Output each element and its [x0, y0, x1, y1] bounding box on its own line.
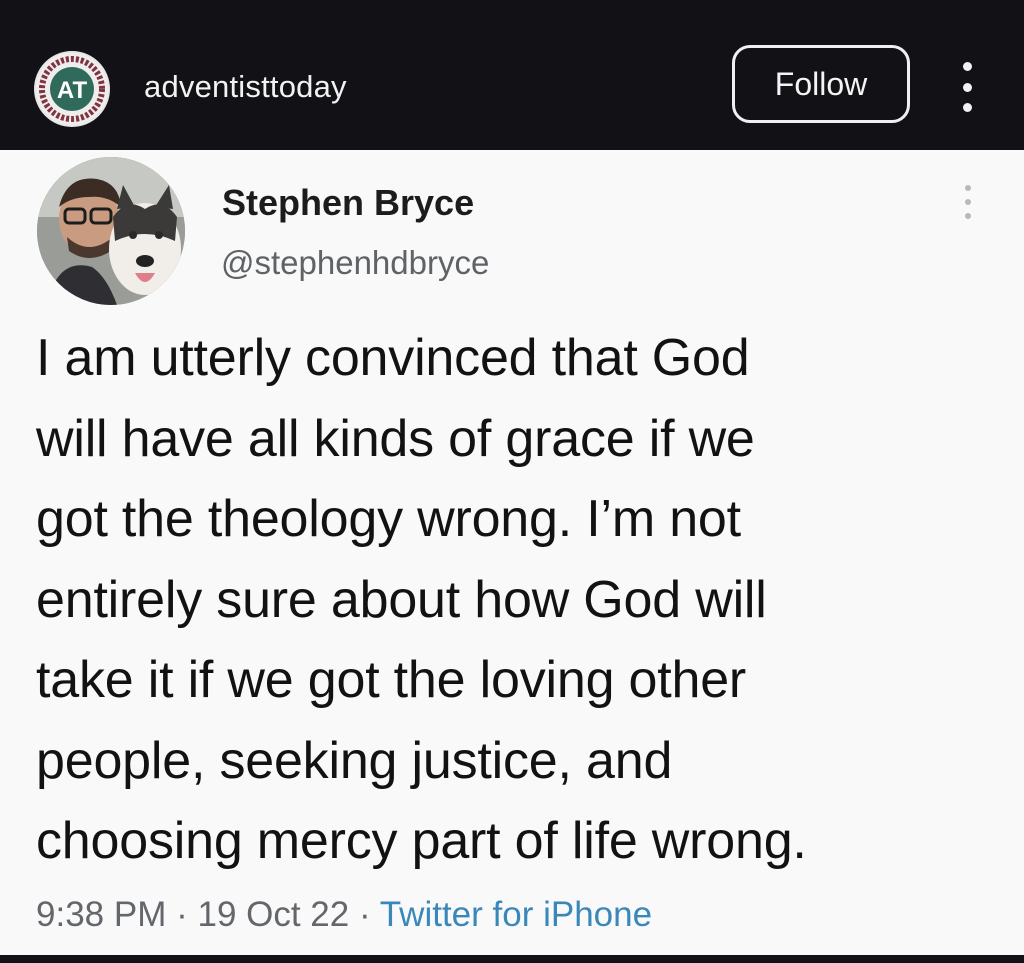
account-username[interactable]: adventisttoday	[144, 69, 347, 105]
tweet-line: got the theology wrong. I’m not	[36, 490, 741, 548]
tweet-line: I am utterly convinced that God	[36, 329, 750, 387]
tweet-line: take it if we got the loving other	[36, 651, 747, 709]
meta-separator: ·	[176, 895, 188, 934]
more-vertical-icon[interactable]	[952, 62, 982, 112]
tweet-date: 19 Oct 22	[197, 895, 350, 934]
meta-separator: ·	[358, 895, 371, 934]
tweet-line: choosing mercy part of life wrong.	[36, 812, 807, 870]
tweet-line: will have all kinds of grace if we	[36, 409, 755, 468]
tweet-time: 9:38 PM	[36, 895, 167, 934]
tweet-options-icon[interactable]	[962, 185, 974, 219]
tweet-metadata: 9:38 PM · 19 Oct 22 · Twitter for iPhone	[36, 895, 652, 935]
tweet-author-name: Stephen Bryce	[222, 182, 475, 223]
svg-text:AT: AT	[57, 77, 88, 104]
adventisttoday-logo[interactable]: AT	[34, 51, 110, 127]
bottom-edge	[0, 955, 1024, 963]
tweet-source-link[interactable]: Twitter for iPhone	[380, 895, 652, 934]
follow-button[interactable]: Follow	[732, 45, 910, 123]
profile-avatar[interactable]	[37, 157, 185, 305]
account-header: AT adventisttoday Follow	[0, 0, 1024, 150]
tweet-line: people, seeking justice, and	[36, 731, 673, 790]
tweet-line: entirely sure about how God will	[36, 570, 767, 629]
tweet-body: I am utterly convinced that God will hav…	[36, 318, 986, 882]
tweet-author-handle: @stephenhdbryce	[221, 244, 490, 281]
